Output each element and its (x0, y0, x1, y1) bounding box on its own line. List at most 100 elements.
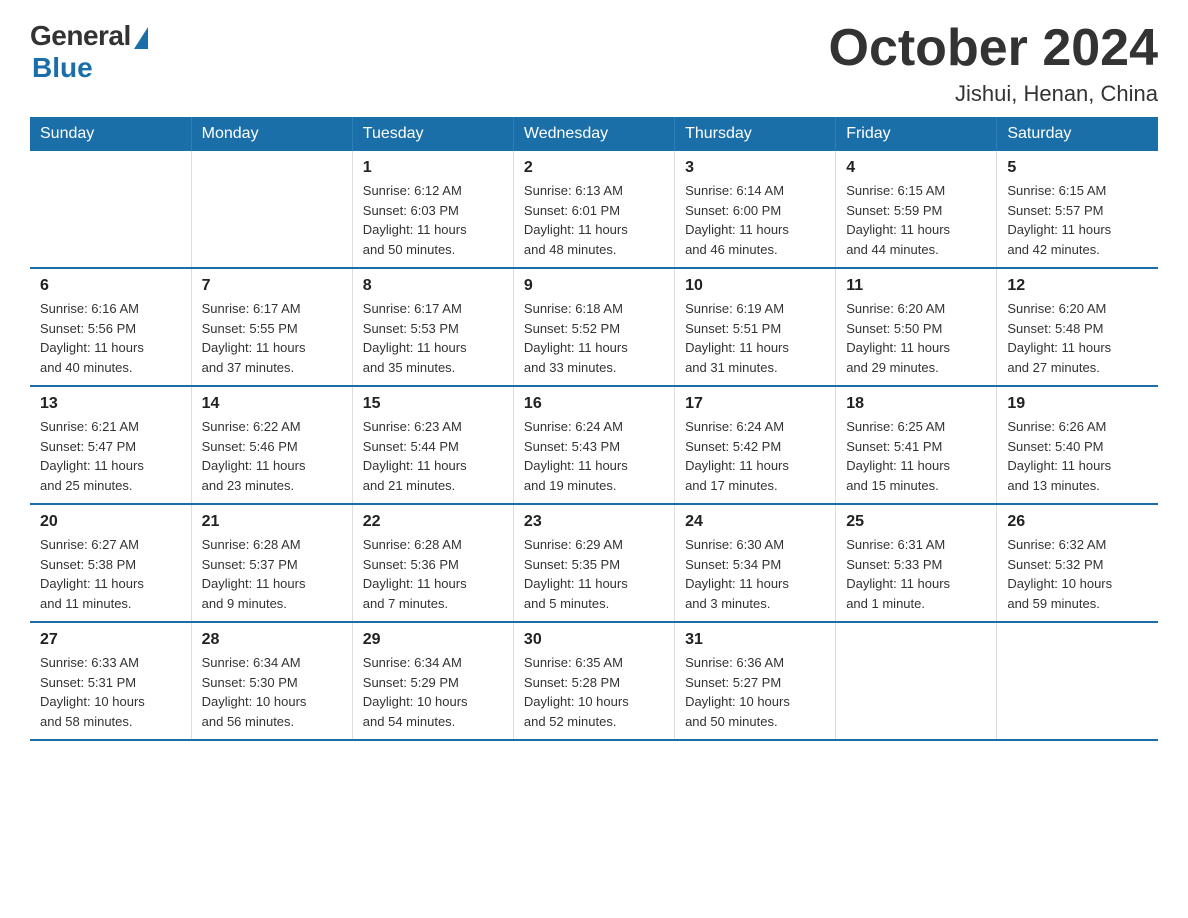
logo-triangle-icon (134, 27, 148, 49)
calendar-cell: 14 Sunrise: 6:22 AMSunset: 5:46 PMDayligh… (191, 386, 352, 504)
day-info: Sunrise: 6:16 AMSunset: 5:56 PMDaylight:… (40, 299, 181, 377)
calendar-week-row: 1 Sunrise: 6:12 AMSunset: 6:03 PMDaylight… (30, 151, 1158, 268)
calendar-cell: 26Sunrise: 6:32 AMSunset: 5:32 PMDayligh… (997, 504, 1158, 622)
calendar-cell: 29 Sunrise: 6:34 AMSunset: 5:29 PMDayligh… (352, 622, 513, 740)
day-info: Sunrise: 6:14 AMSunset: 6:00 PMDaylight:… (685, 181, 825, 259)
calendar-cell (191, 151, 352, 268)
day-number: 10 (685, 277, 825, 295)
day-number: 12 (1007, 277, 1148, 295)
day-number: 24 (685, 513, 825, 531)
day-number: 2 (524, 159, 664, 177)
day-number: 19 (1007, 395, 1148, 413)
day-number: 9 (524, 277, 664, 295)
day-number: 7 (202, 277, 342, 295)
day-number: 25 (846, 513, 986, 531)
day-info: Sunrise: 6:29 AMSunset: 5:35 PMDaylight:… (524, 535, 664, 613)
day-info: Sunrise: 6:35 AMSunset: 5:28 PMDaylight:… (524, 653, 664, 731)
day-number: 17 (685, 395, 825, 413)
header-monday: Monday (191, 117, 352, 151)
header-friday: Friday (836, 117, 997, 151)
day-number: 21 (202, 513, 342, 531)
logo: General Blue (30, 20, 148, 84)
logo-blue-text: Blue (32, 52, 93, 84)
day-info: Sunrise: 6:13 AMSunset: 6:01 PMDaylight:… (524, 181, 664, 259)
day-info: Sunrise: 6:19 AMSunset: 5:51 PMDaylight:… (685, 299, 825, 377)
day-info: Sunrise: 6:15 AMSunset: 5:57 PMDaylight:… (1007, 181, 1148, 259)
header-saturday: Saturday (997, 117, 1158, 151)
calendar-cell: 27Sunrise: 6:33 AMSunset: 5:31 PMDayligh… (30, 622, 191, 740)
day-info: Sunrise: 6:34 AMSunset: 5:30 PMDaylight:… (202, 653, 342, 731)
day-info: Sunrise: 6:36 AMSunset: 5:27 PMDaylight:… (685, 653, 825, 731)
day-info: Sunrise: 6:17 AMSunset: 5:53 PMDaylight:… (363, 299, 503, 377)
calendar-week-row: 6 Sunrise: 6:16 AMSunset: 5:56 PMDaylight… (30, 268, 1158, 386)
day-number: 29 (363, 631, 503, 649)
calendar-cell: 22Sunrise: 6:28 AMSunset: 5:36 PMDayligh… (352, 504, 513, 622)
day-number: 5 (1007, 159, 1148, 177)
calendar-cell: 12 Sunrise: 6:20 AMSunset: 5:48 PMDayligh… (997, 268, 1158, 386)
calendar-cell: 21 Sunrise: 6:28 AMSunset: 5:37 PMDayligh… (191, 504, 352, 622)
calendar-cell: 17 Sunrise: 6:24 AMSunset: 5:42 PMDayligh… (675, 386, 836, 504)
day-number: 6 (40, 277, 181, 295)
page-subtitle: Jishui, Henan, China (829, 81, 1159, 107)
calendar-cell: 19 Sunrise: 6:26 AMSunset: 5:40 PMDayligh… (997, 386, 1158, 504)
calendar-cell: 9 Sunrise: 6:18 AMSunset: 5:52 PMDaylight… (513, 268, 674, 386)
day-info: Sunrise: 6:23 AMSunset: 5:44 PMDaylight:… (363, 417, 503, 495)
page-header: General Blue October 2024 Jishui, Henan,… (30, 20, 1158, 107)
day-number: 1 (363, 159, 503, 177)
calendar-cell: 7 Sunrise: 6:17 AMSunset: 5:55 PMDaylight… (191, 268, 352, 386)
header-wednesday: Wednesday (513, 117, 674, 151)
calendar-cell: 1 Sunrise: 6:12 AMSunset: 6:03 PMDaylight… (352, 151, 513, 268)
calendar-cell (836, 622, 997, 740)
day-number: 28 (202, 631, 342, 649)
calendar-cell: 13 Sunrise: 6:21 AMSunset: 5:47 PMDayligh… (30, 386, 191, 504)
day-info: Sunrise: 6:24 AMSunset: 5:43 PMDaylight:… (524, 417, 664, 495)
calendar-table: SundayMondayTuesdayWednesdayThursdayFrid… (30, 117, 1158, 741)
day-number: 22 (363, 513, 503, 531)
day-info: Sunrise: 6:32 AMSunset: 5:32 PMDaylight:… (1007, 535, 1148, 613)
day-info: Sunrise: 6:31 AMSunset: 5:33 PMDaylight:… (846, 535, 986, 613)
calendar-week-row: 27Sunrise: 6:33 AMSunset: 5:31 PMDayligh… (30, 622, 1158, 740)
page-title: October 2024 (829, 20, 1159, 77)
day-number: 14 (202, 395, 342, 413)
day-number: 15 (363, 395, 503, 413)
day-info: Sunrise: 6:15 AMSunset: 5:59 PMDaylight:… (846, 181, 986, 259)
day-number: 8 (363, 277, 503, 295)
day-number: 30 (524, 631, 664, 649)
day-info: Sunrise: 6:24 AMSunset: 5:42 PMDaylight:… (685, 417, 825, 495)
header-tuesday: Tuesday (352, 117, 513, 151)
calendar-cell: 10 Sunrise: 6:19 AMSunset: 5:51 PMDayligh… (675, 268, 836, 386)
header-sunday: Sunday (30, 117, 191, 151)
day-info: Sunrise: 6:26 AMSunset: 5:40 PMDaylight:… (1007, 417, 1148, 495)
day-info: Sunrise: 6:25 AMSunset: 5:41 PMDaylight:… (846, 417, 986, 495)
calendar-cell: 24Sunrise: 6:30 AMSunset: 5:34 PMDayligh… (675, 504, 836, 622)
calendar-cell: 5 Sunrise: 6:15 AMSunset: 5:57 PMDaylight… (997, 151, 1158, 268)
day-info: Sunrise: 6:17 AMSunset: 5:55 PMDaylight:… (202, 299, 342, 377)
day-number: 11 (846, 277, 986, 295)
day-number: 3 (685, 159, 825, 177)
day-info: Sunrise: 6:21 AMSunset: 5:47 PMDaylight:… (40, 417, 181, 495)
calendar-cell: 11 Sunrise: 6:20 AMSunset: 5:50 PMDayligh… (836, 268, 997, 386)
day-info: Sunrise: 6:34 AMSunset: 5:29 PMDaylight:… (363, 653, 503, 731)
day-info: Sunrise: 6:33 AMSunset: 5:31 PMDaylight:… (40, 653, 181, 731)
calendar-cell (997, 622, 1158, 740)
day-info: Sunrise: 6:22 AMSunset: 5:46 PMDaylight:… (202, 417, 342, 495)
day-info: Sunrise: 6:28 AMSunset: 5:37 PMDaylight:… (202, 535, 342, 613)
calendar-cell: 31 Sunrise: 6:36 AMSunset: 5:27 PMDayligh… (675, 622, 836, 740)
calendar-cell: 18 Sunrise: 6:25 AMSunset: 5:41 PMDayligh… (836, 386, 997, 504)
day-number: 18 (846, 395, 986, 413)
day-number: 23 (524, 513, 664, 531)
calendar-cell: 16Sunrise: 6:24 AMSunset: 5:43 PMDayligh… (513, 386, 674, 504)
day-info: Sunrise: 6:18 AMSunset: 5:52 PMDaylight:… (524, 299, 664, 377)
day-info: Sunrise: 6:20 AMSunset: 5:48 PMDaylight:… (1007, 299, 1148, 377)
day-number: 31 (685, 631, 825, 649)
calendar-cell: 3 Sunrise: 6:14 AMSunset: 6:00 PMDaylight… (675, 151, 836, 268)
day-number: 20 (40, 513, 181, 531)
calendar-week-row: 13 Sunrise: 6:21 AMSunset: 5:47 PMDayligh… (30, 386, 1158, 504)
day-info: Sunrise: 6:20 AMSunset: 5:50 PMDaylight:… (846, 299, 986, 377)
day-number: 4 (846, 159, 986, 177)
day-number: 13 (40, 395, 181, 413)
calendar-cell: 28 Sunrise: 6:34 AMSunset: 5:30 PMDayligh… (191, 622, 352, 740)
calendar-cell: 25 Sunrise: 6:31 AMSunset: 5:33 PMDayligh… (836, 504, 997, 622)
calendar-cell: 15 Sunrise: 6:23 AMSunset: 5:44 PMDayligh… (352, 386, 513, 504)
day-info: Sunrise: 6:12 AMSunset: 6:03 PMDaylight:… (363, 181, 503, 259)
